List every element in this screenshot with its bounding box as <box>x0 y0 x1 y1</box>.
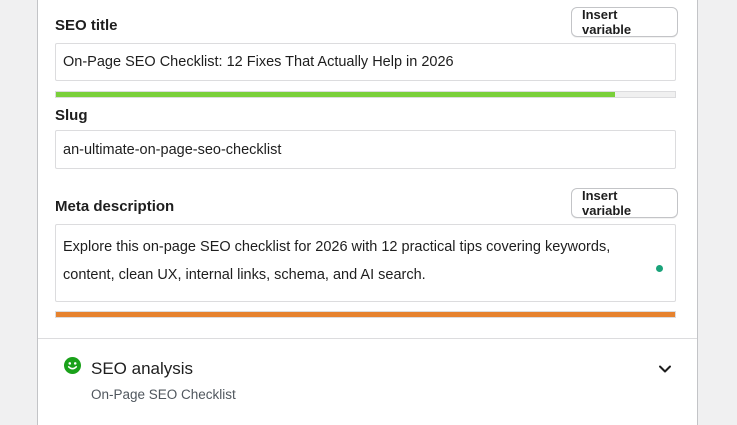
slug-input[interactable]: an-ultimate-on-page-seo-checklist <box>55 130 676 169</box>
seo-title-length-bar-fill <box>56 92 615 97</box>
slug-input-value: an-ultimate-on-page-seo-checklist <box>63 141 282 158</box>
meta-description-label: Meta description <box>55 198 175 215</box>
meta-description-textarea[interactable]: Explore this on-page SEO checklist for 2… <box>55 224 676 302</box>
seo-settings-panel: SEO title Insert variable On-Page SEO Ch… <box>37 0 698 425</box>
meta-description-length-bar-fill <box>56 312 675 317</box>
slug-label: Slug <box>55 107 88 124</box>
meta-description-indicator-dot <box>656 265 663 272</box>
chevron-down-icon[interactable] <box>658 362 672 376</box>
seo-title-insert-variable-button[interactable]: Insert variable <box>571 7 678 37</box>
seo-title-label: SEO title <box>55 17 118 34</box>
smiley-icon <box>64 357 81 374</box>
meta-description-value: Explore this on-page SEO checklist for 2… <box>63 239 611 283</box>
seo-title-length-bar <box>55 91 676 98</box>
meta-description-length-bar <box>55 311 676 318</box>
seo-title-input[interactable]: On-Page SEO Checklist: 12 Fixes That Act… <box>55 43 676 81</box>
seo-title-input-value: On-Page SEO Checklist: 12 Fixes That Act… <box>63 54 454 70</box>
section-divider <box>38 338 697 339</box>
seo-analysis-subtitle: On-Page SEO Checklist <box>91 387 236 402</box>
seo-analysis-title[interactable]: SEO analysis <box>91 359 193 379</box>
meta-description-insert-variable-button[interactable]: Insert variable <box>571 188 678 218</box>
